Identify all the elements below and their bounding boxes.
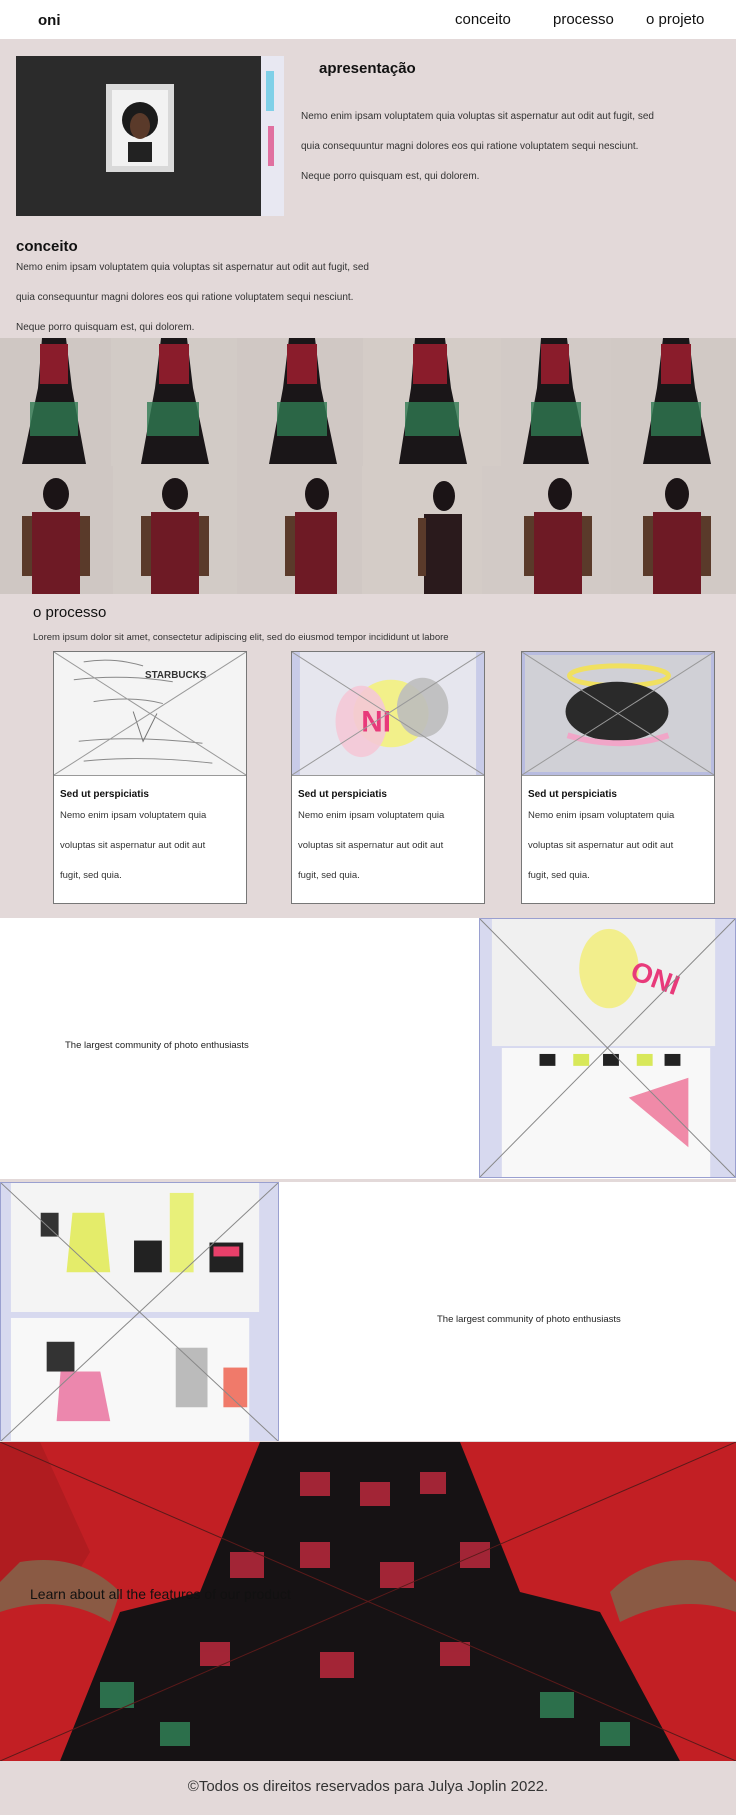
gallery-photo (362, 466, 482, 594)
gallery-photo (363, 338, 501, 466)
section-title-processo: o processo (33, 604, 107, 621)
process-card-line: Nemo enim ipsam voluptatem quia (60, 810, 207, 821)
gallery-photo (237, 338, 363, 466)
process-card-line: fugit, sed quia. (528, 870, 590, 881)
process-card-title: Sed ut perspiciatis (528, 789, 617, 800)
dress-back-gallery (0, 338, 736, 466)
nav-link-o-projeto[interactable]: o projeto (646, 11, 704, 28)
processo-subtitle: Lorem ipsum dolor sit amet, consectetur … (33, 632, 449, 643)
gallery-photo (501, 338, 611, 466)
brand-logo[interactable]: oni (38, 12, 61, 29)
feature-text: The largest community of photo enthusias… (65, 1040, 249, 1051)
conceito-line-2: quia consequuntur magni dolores eos qui … (16, 292, 354, 303)
section-title-conceito: conceito (16, 238, 78, 255)
gallery-photo (0, 338, 111, 466)
gallery-photo (0, 466, 113, 594)
feature-image: ONI (479, 918, 736, 1178)
intro-line-2: quia consequuntur magni dolores eos qui … (301, 141, 639, 152)
conceito-line-1: Nemo enim ipsam voluptatem quia voluptas… (16, 262, 369, 273)
dress-front-gallery (0, 466, 736, 594)
footer: ©Todos os direitos reservados para Julya… (0, 1761, 736, 1815)
feature-text: The largest community of photo enthusias… (437, 1314, 621, 1325)
gallery-photo (113, 466, 237, 594)
footer-copyright: ©Todos os direitos reservados para Julya… (187, 1778, 549, 1795)
process-card[interactable]: NI Sed ut perspiciatis Nemo enim ipsam v… (291, 651, 485, 904)
nav-link-conceito[interactable]: conceito (455, 11, 511, 28)
process-card-line: fugit, sed quia. (298, 870, 360, 881)
process-card-line: voluptas sit aspernatur aut odit aut (60, 840, 206, 851)
process-card-image: STARBUCKS (54, 652, 246, 776)
process-card-title: Sed ut perspiciatis (60, 789, 149, 800)
process-card-line: Nemo enim ipsam voluptatem quia (298, 810, 445, 821)
sketch-caption: STARBUCKS (145, 670, 207, 681)
intro-line-3: Neque porro quisquam est, qui dolorem. (301, 171, 480, 182)
section-title-apresentacao: apresentação (319, 60, 416, 77)
hero-text: Learn about all the features of our prod… (30, 1586, 291, 1602)
process-card[interactable]: STARBUCKS Sed ut perspiciatis Nemo enim … (53, 651, 247, 904)
top-nav: oni conceito processo o projeto (0, 0, 736, 39)
intro-line-1: Nemo enim ipsam voluptatem quia voluptas… (301, 111, 654, 122)
process-card[interactable]: Sed ut perspiciatis Nemo enim ipsam volu… (521, 651, 715, 904)
nav-link-processo[interactable]: processo (553, 11, 614, 28)
sketch-caption: NI (361, 705, 391, 738)
process-card-image (522, 652, 714, 776)
conceito-line-3: Neque porro quisquam est, qui dolorem. (16, 322, 195, 333)
process-card-image: NI (292, 652, 484, 776)
feature-image (0, 1182, 279, 1442)
portrait-photo (16, 56, 284, 216)
gallery-photo (611, 338, 736, 466)
gallery-photo (611, 466, 736, 594)
process-card-title: Sed ut perspiciatis (298, 789, 387, 800)
gallery-photo (237, 466, 362, 594)
process-card-line: voluptas sit aspernatur aut odit aut (298, 840, 444, 851)
gallery-photo (482, 466, 611, 594)
process-card-line: fugit, sed quia. (60, 870, 122, 881)
process-card-line: voluptas sit aspernatur aut odit aut (528, 840, 674, 851)
gallery-photo (111, 338, 237, 466)
process-card-line: Nemo enim ipsam voluptatem quia (528, 810, 675, 821)
